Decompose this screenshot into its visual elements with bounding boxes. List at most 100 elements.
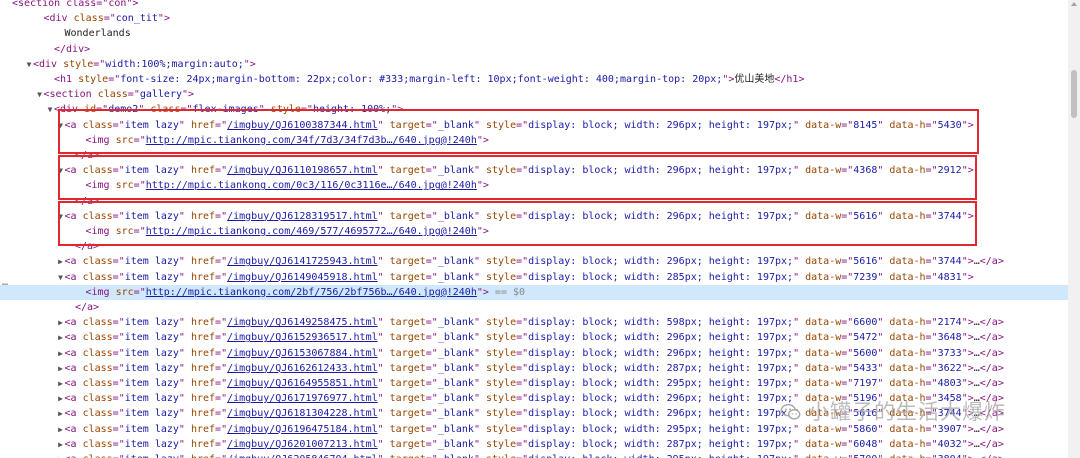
code-token: <a (64, 378, 83, 389)
code-token: item lazy (124, 362, 179, 374)
code-token: "> (961, 317, 974, 329)
code-token: " (378, 454, 390, 458)
code-token[interactable]: /imgbuy/QJ6141725943.html (227, 256, 378, 267)
dom-node-row[interactable]: <img src="http://mpic.tiankong.com/2bf/7… (0, 284, 1068, 300)
dom-node-row[interactable]: ▶ <a class="item lazy" href="/imgbuy/QJ61… (0, 315, 1068, 330)
collapse-triangle-icon[interactable]: ▶ (57, 330, 65, 345)
code-token: display: block; width: 296px; height: 19… (528, 332, 794, 344)
code-token: =" (841, 317, 854, 329)
collapse-triangle-icon[interactable]: ▶ (57, 422, 65, 437)
code-token[interactable]: /imgbuy/QJ6164955851.html (227, 378, 378, 389)
code-token: </a> (979, 317, 1004, 329)
code-token: <a (64, 317, 83, 329)
code-token: font-size: 24px;margin-bottom: 22px;colo… (120, 74, 723, 85)
code-token[interactable]: /imgbuy/QJ6201007213.html (227, 439, 378, 450)
code-token: data-w (805, 332, 842, 344)
code-token: <a (64, 271, 83, 283)
code-token: =" (215, 271, 228, 283)
code-token: </a> (979, 332, 1004, 344)
dom-node-row[interactable]: <div class="con_tit"> (0, 11, 1068, 26)
scroll-up-arrow-icon[interactable] (1071, 2, 1077, 6)
selection-marker[interactable]: … (2, 277, 8, 288)
code-token: =" (425, 347, 438, 359)
dom-node-row[interactable]: <section class="con"> (0, 0, 1068, 11)
dom-node-row[interactable]: ▶<a class="item lazy" href="/imgbuy/QJ62… (0, 437, 1068, 452)
code-token: =" (425, 362, 438, 374)
collapse-triangle-icon[interactable]: ▶ (57, 361, 65, 376)
code-token: =" (425, 332, 438, 344)
code-token[interactable]: /imgbuy/QJ6205846704.html (227, 454, 378, 458)
code-token: =" (215, 454, 227, 458)
dom-node-row[interactable]: </a> (0, 300, 1068, 315)
code-token: " (793, 256, 806, 268)
dom-node-row[interactable]: ▼ <div style="width:100%;margin:auto;"> (0, 57, 1068, 72)
code-token: data-h (889, 438, 926, 450)
code-token: class (82, 317, 113, 329)
code-token[interactable]: /imgbuy/QJ6153067884.html (227, 348, 378, 359)
dom-node-row[interactable]: Wonderlands (0, 26, 1068, 41)
code-token[interactable]: /imgbuy/QJ6149045918.html (227, 272, 378, 283)
code-token: =" (841, 454, 853, 458)
code-token: " (877, 332, 890, 344)
dom-node-row[interactable]: ▶ <a class="item lazy" href="/imgbuy/QJ61… (0, 376, 1068, 391)
collapse-triangle-icon[interactable]: ▶ (57, 346, 65, 361)
code-token: =" (516, 256, 529, 268)
collapse-triangle-icon[interactable]: ▶ (57, 315, 65, 330)
watermark-text: 小罐子的生活大爆炸 (808, 400, 1006, 424)
code-token: =" (112, 271, 125, 283)
code-token: <div (33, 58, 64, 70)
collapse-triangle-icon[interactable]: ▶ (57, 254, 65, 269)
code-token: <a (64, 362, 83, 374)
collapse-triangle-icon[interactable]: ▶ (57, 437, 65, 452)
code-token: target (389, 423, 426, 435)
code-token: data-h (889, 362, 926, 374)
code-token[interactable]: /imgbuy/QJ6181304228.html (227, 408, 378, 419)
code-token: class (97, 89, 128, 101)
dom-node-row[interactable]: ▶ <a class="item lazy" href="/imgbuy/QJ61… (0, 346, 1068, 361)
code-token[interactable]: /imgbuy/QJ6171976977.html (227, 393, 378, 404)
dom-node-row[interactable]: ▼ <a class="item lazy" href="/imgbuy/QJ61… (0, 270, 1068, 285)
collapse-triangle-icon[interactable]: ▶ (57, 406, 65, 421)
expand-triangle-icon[interactable]: ▼ (46, 102, 54, 117)
collapse-triangle-icon[interactable]: ▶ (57, 391, 65, 406)
code-token: data-w (805, 347, 842, 359)
code-token: " (377, 271, 390, 283)
dom-node-row[interactable]: ▶ <a class="item lazy" href="/imgbuy/QJ61… (0, 361, 1068, 376)
dom-node-row[interactable]: ▶ <a class="item lazy" href="/imgbuy/QJ61… (0, 330, 1068, 345)
code-token: " (178, 378, 191, 389)
expand-triangle-icon[interactable]: ▼ (57, 270, 65, 285)
highlight-box-3 (58, 201, 977, 246)
code-token: =" (215, 423, 228, 435)
scroll-thumb[interactable] (1071, 70, 1077, 118)
code-token: "> (961, 256, 974, 268)
code-token: display: block; width: 295px; height: 19… (528, 423, 794, 435)
code-token: href (190, 378, 216, 389)
vertical-scrollbar[interactable] (1068, 0, 1080, 458)
code-token: 3744 (937, 256, 962, 268)
dom-node-row[interactable]: ▶<a class="item lazy" href="/imgbuy/QJ62… (0, 452, 1068, 458)
code-token[interactable]: /imgbuy/QJ6149258475.html (227, 317, 378, 328)
dom-node-row[interactable]: ▼ <section class="gallery"> (0, 87, 1068, 102)
code-token: data-h (889, 332, 926, 344)
dom-node-row[interactable]: ▶ <a class="item lazy" href="/imgbuy/QJ61… (0, 254, 1068, 269)
code-token: =" (841, 347, 854, 359)
code-token: " (377, 317, 390, 329)
code-token: 3648 (937, 332, 962, 344)
code-token: =" (925, 256, 938, 268)
code-token: "> (243, 58, 256, 70)
code-token: href (190, 393, 216, 405)
code-token[interactable]: /imgbuy/QJ6162612433.html (227, 363, 378, 374)
code-token[interactable]: /imgbuy/QJ6196475184.html (227, 424, 378, 435)
code-token[interactable]: /imgbuy/QJ6152936517.html (227, 332, 378, 343)
dom-node-row[interactable]: <h1 style="font-size: 24px;margin-bottom… (0, 72, 1068, 87)
code-token[interactable]: http://mpic.tiankong.com/2bf/756/2bf756b… (146, 287, 477, 298)
expand-triangle-icon[interactable]: ▼ (25, 57, 33, 72)
expand-triangle-icon[interactable]: ▼ (36, 87, 44, 102)
code-token: " (473, 362, 486, 374)
code-token: data-h (889, 271, 926, 283)
collapse-triangle-icon[interactable]: ▶ (57, 376, 65, 391)
collapse-triangle-icon[interactable]: ▶ (57, 452, 65, 458)
code-token: <section class="con"> (12, 0, 139, 9)
code-token: =" (215, 347, 228, 359)
dom-node-row[interactable]: </div> (0, 42, 1068, 57)
